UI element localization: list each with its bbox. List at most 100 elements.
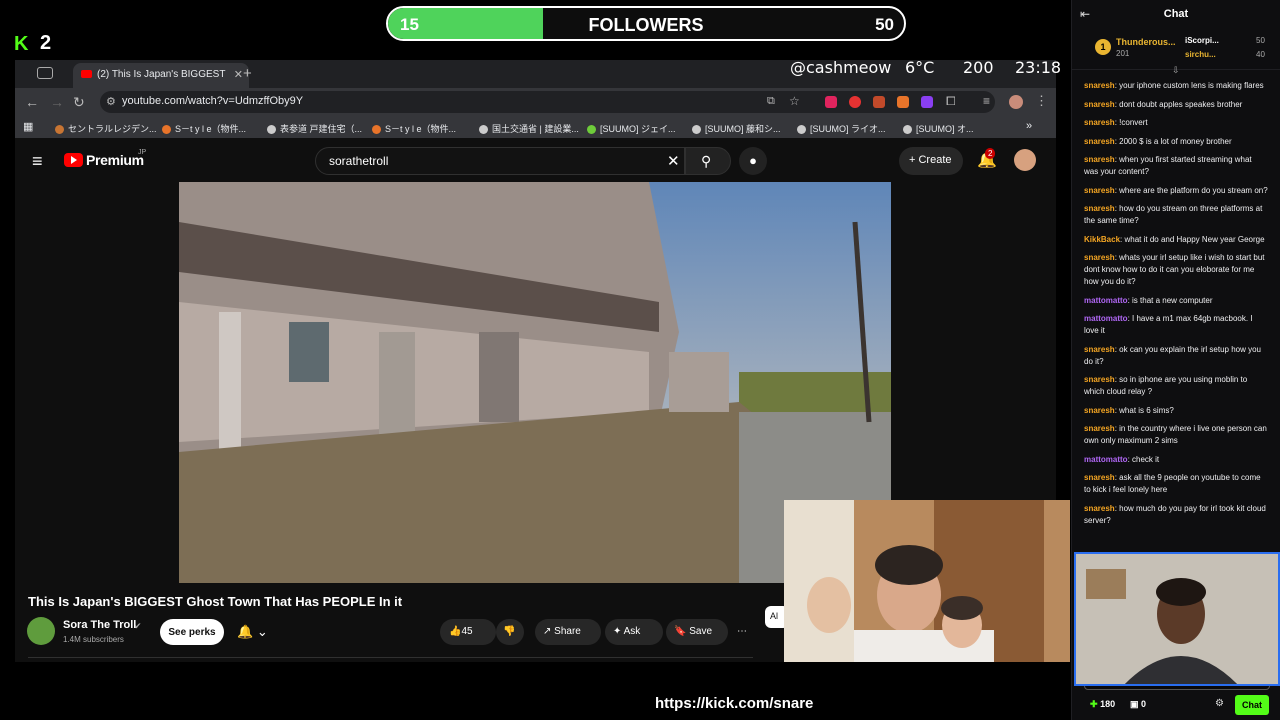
- tab-title: (2) This Is Japan's BIGGEST: [97, 69, 226, 80]
- site-info-icon[interactable]: ⚙: [106, 95, 116, 108]
- clock: 23:18: [1015, 58, 1062, 77]
- chat-username[interactable]: mattomatto: [1084, 455, 1128, 464]
- chat-username[interactable]: snaresh: [1084, 204, 1115, 213]
- apps-grid-icon[interactable]: ▦: [23, 120, 33, 133]
- stream-info-overlay: @cashmeow 6°C 200 23:18: [790, 58, 1065, 80]
- chat-username[interactable]: snaresh: [1084, 375, 1115, 384]
- chat-username[interactable]: snaresh: [1084, 100, 1115, 109]
- gifter-value: 40: [1256, 50, 1265, 59]
- bookmark-item[interactable]: セントラルレジデン...: [55, 122, 157, 135]
- channel-points[interactable]: ✚ 180: [1090, 699, 1115, 710]
- voice-search-icon[interactable]: ●: [739, 147, 767, 175]
- menu-hamburger-icon[interactable]: ≡: [32, 151, 43, 172]
- chat-username[interactable]: mattomatto: [1084, 314, 1128, 323]
- chat-username[interactable]: snaresh: [1084, 406, 1115, 415]
- browser-tab[interactable]: (2) This Is Japan's BIGGEST ✕: [73, 63, 249, 88]
- subscriber-count: 1.4M subscribers: [63, 635, 124, 644]
- bookmark-item[interactable]: [SUUMO] ジェイ...: [587, 122, 676, 135]
- chat-message: snaresh: what is 6 sims?: [1084, 405, 1174, 415]
- chat-message: snaresh: 2000 $ is a lot of money brothe…: [1084, 136, 1232, 146]
- extension-icon[interactable]: [849, 96, 861, 108]
- channel-avatar[interactable]: [27, 617, 55, 645]
- chat-username[interactable]: snaresh: [1084, 155, 1115, 164]
- bookmark-item[interactable]: [SUUMO] ライオ...: [797, 122, 886, 135]
- chevron-down-icon: ⌄: [256, 624, 268, 639]
- extension-icon[interactable]: [897, 96, 909, 108]
- chat-username[interactable]: snaresh: [1084, 137, 1115, 146]
- chat-message-text: check it: [1132, 454, 1160, 464]
- notification-bell-button[interactable]: 🔔 ⌄: [231, 619, 281, 645]
- youtube-logo-icon[interactable]: [64, 153, 83, 167]
- chat-username[interactable]: snaresh: [1084, 473, 1115, 482]
- browser-menu-icon[interactable]: ⋮: [1035, 93, 1048, 109]
- chat-username[interactable]: snaresh: [1084, 424, 1115, 433]
- chat-username[interactable]: snaresh: [1084, 345, 1115, 354]
- extensions-puzzle-icon[interactable]: ⧠: [946, 94, 956, 109]
- speed: 200: [963, 58, 994, 77]
- bookmark-item[interactable]: [SUUMO] 藤和シ...: [692, 122, 781, 135]
- extension-icon[interactable]: [873, 96, 885, 108]
- tab-search-icon[interactable]: [37, 67, 53, 79]
- bookmark-item[interactable]: 表参道 戸建住宅（...: [267, 122, 362, 135]
- chat-settings-gear-icon[interactable]: ⚙: [1215, 698, 1224, 709]
- search-button[interactable]: ⚲: [685, 147, 731, 175]
- bell-icon: 🔔: [237, 624, 254, 639]
- bookmark-item[interactable]: [SUUMO] オ...: [903, 122, 974, 135]
- bookmark-item[interactable]: S－t y l e（物件...: [372, 122, 456, 135]
- channel-name[interactable]: Sora The Troll: [63, 619, 136, 631]
- chat-message-text: 2000 $ is a lot of money brother: [1119, 136, 1232, 146]
- chat-username[interactable]: snaresh: [1084, 504, 1115, 513]
- back-icon[interactable]: ←: [25, 94, 39, 110]
- clear-search-icon[interactable]: ✕: [667, 152, 680, 170]
- extension-icon[interactable]: [825, 96, 837, 108]
- chat-username[interactable]: snaresh: [1084, 118, 1115, 127]
- like-button[interactable]: 👍45: [440, 619, 496, 645]
- share-button[interactable]: ↗ Share: [535, 619, 601, 645]
- create-button[interactable]: + Create: [899, 147, 963, 175]
- sparkle-icon: ✦: [613, 626, 622, 637]
- dislike-button[interactable]: 👎: [496, 619, 524, 645]
- chat-message: KikkBack: what it do and Happy New year …: [1084, 234, 1265, 244]
- bookmark-item[interactable]: 国土交通省 | 建設業...: [479, 122, 579, 135]
- tab-search-menu-icon[interactable]: ≡: [983, 94, 990, 108]
- see-perks-button[interactable]: See perks: [160, 619, 224, 645]
- divider: [28, 657, 753, 658]
- lock-count: ▣ 0: [1130, 699, 1147, 709]
- gifter-name[interactable]: sirchu...: [1185, 50, 1216, 59]
- chat-username[interactable]: mattomatto: [1084, 296, 1128, 305]
- chat-username[interactable]: snaresh: [1084, 81, 1115, 90]
- chat-username[interactable]: KikkBack: [1084, 235, 1120, 244]
- rank-medal-icon: 1: [1095, 39, 1111, 55]
- extension-icon[interactable]: [921, 96, 933, 108]
- ask-button[interactable]: ✦ Ask: [605, 619, 663, 645]
- search-icon: ⚲: [701, 153, 712, 169]
- chat-title: Chat: [1163, 8, 1189, 20]
- chat-username[interactable]: snaresh: [1084, 186, 1115, 195]
- avatar[interactable]: [1014, 149, 1036, 171]
- chat-username[interactable]: snaresh: [1084, 253, 1115, 262]
- like-count: 45: [461, 626, 473, 637]
- install-icon[interactable]: ⧉: [767, 95, 775, 108]
- gifter-name[interactable]: iScorpi...: [1185, 36, 1219, 45]
- more-actions-icon[interactable]: ⋯: [731, 619, 757, 645]
- gifter-value: 50: [1256, 36, 1265, 45]
- bookmark-star-icon[interactable]: ☆: [789, 94, 800, 108]
- pin-icon[interactable]: ⇩: [1172, 65, 1180, 76]
- top-supporter-name[interactable]: Thunderous...: [1116, 37, 1176, 47]
- forward-icon[interactable]: →: [50, 94, 64, 110]
- reload-icon[interactable]: ↻: [73, 94, 85, 111]
- new-tab-icon[interactable]: +: [243, 65, 252, 82]
- points-icon: ✚: [1090, 699, 1098, 709]
- youtube-premium-logo[interactable]: Premium: [86, 152, 144, 168]
- save-button[interactable]: 🔖 Save: [666, 619, 728, 645]
- chat-message: snaresh: in the country where i live one…: [1084, 424, 1267, 445]
- share-icon: ↗: [543, 626, 552, 637]
- search-input[interactable]: sorathetroll: [315, 147, 685, 175]
- followers-goal-bar: 15 FOLLOWERS 50: [386, 6, 906, 41]
- more-bookmarks-icon[interactable]: »: [1026, 120, 1032, 132]
- tab-close-icon[interactable]: ✕: [234, 68, 243, 81]
- bookmark-item[interactable]: S－t y l e（物件...: [162, 122, 246, 135]
- profile-avatar-icon[interactable]: [1009, 95, 1023, 109]
- goal-target: 50: [875, 15, 894, 34]
- chat-send-button[interactable]: Chat: [1235, 695, 1269, 715]
